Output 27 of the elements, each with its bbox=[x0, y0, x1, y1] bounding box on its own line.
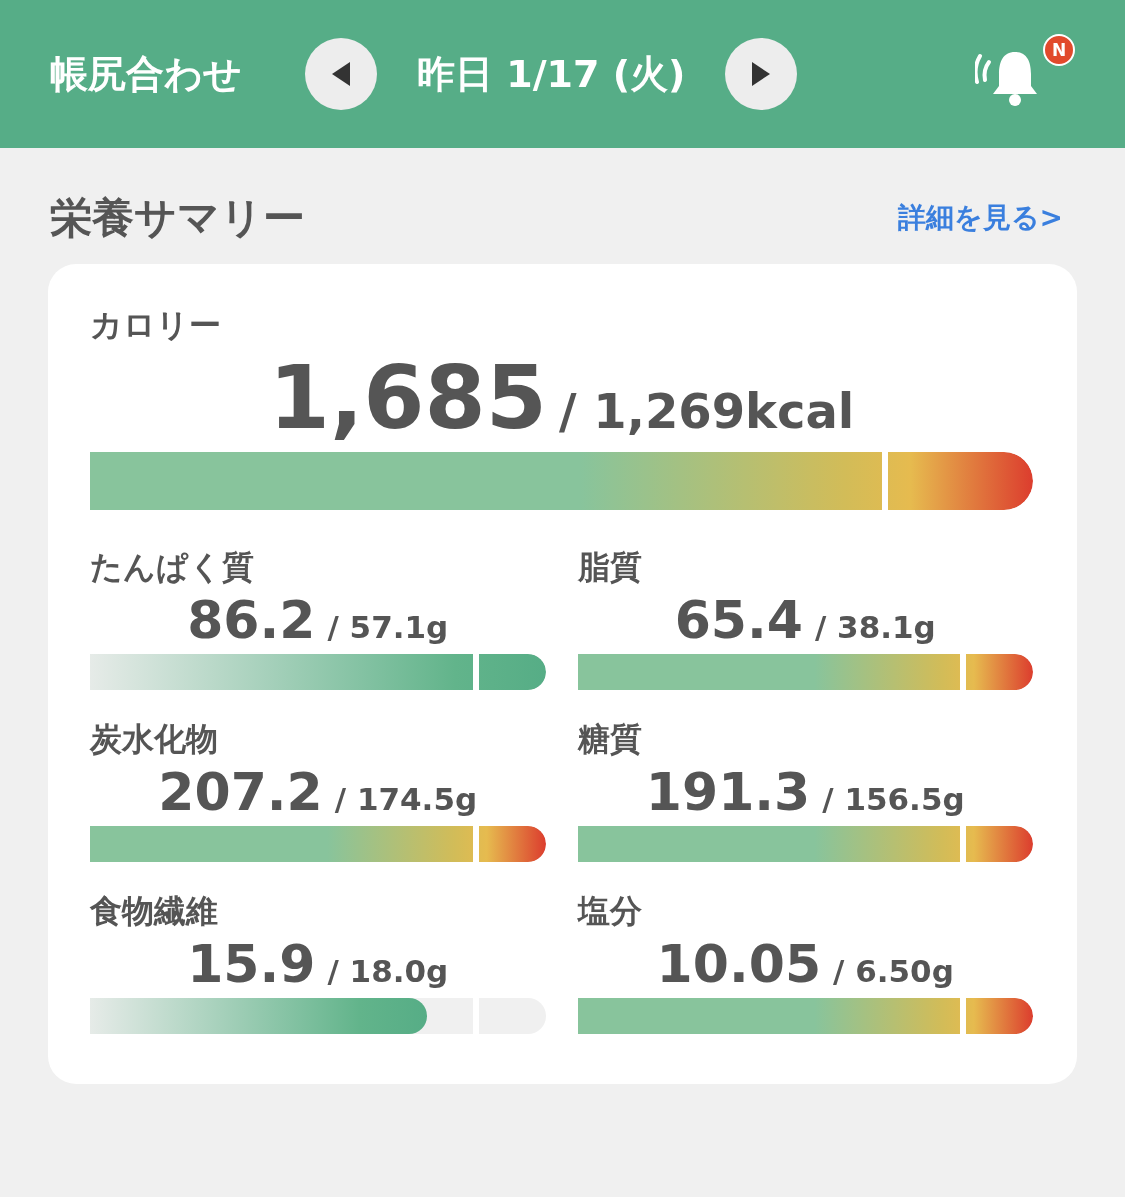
target-value: / 57.1g bbox=[327, 612, 449, 643]
nutrient-label: たんぱく質 bbox=[90, 547, 255, 588]
nutrient-label: 脂質 bbox=[577, 547, 643, 588]
nutrient-label: 塩分 bbox=[577, 891, 643, 932]
intake-value: 10.05 bbox=[656, 938, 822, 990]
target-value: / 38.1g bbox=[815, 612, 936, 643]
target-value: / 156.5g bbox=[822, 784, 965, 815]
target-value: / 1,269kcal bbox=[559, 387, 855, 435]
intake-value: 207.2 bbox=[158, 766, 323, 818]
nutrient-label: 食物繊維 bbox=[90, 891, 219, 932]
date-label: 昨日 1/17 (火) bbox=[417, 50, 686, 98]
intake-value: 15.9 bbox=[187, 938, 316, 990]
nutrient-label: カロリー bbox=[90, 305, 222, 346]
target-value: / 174.5g bbox=[334, 784, 478, 815]
intake-value: 65.4 bbox=[674, 594, 803, 646]
section-title: 栄養サマリー bbox=[50, 192, 305, 244]
nutrient-label: 糖質 bbox=[577, 719, 643, 760]
details-link[interactable]: 詳細を見る> bbox=[897, 199, 1063, 237]
target-value: / 6.50g bbox=[833, 956, 954, 987]
nutrient-label: 炭水化物 bbox=[90, 719, 219, 760]
target-value: / 18.0g bbox=[327, 956, 449, 987]
intake-value: 86.2 bbox=[187, 594, 316, 646]
app-title: 帳尻合わせ bbox=[50, 50, 243, 98]
left-triangle-icon bbox=[330, 60, 352, 88]
intake-value: 1,685 bbox=[268, 354, 548, 442]
intake-value: 191.3 bbox=[645, 766, 811, 818]
notification-badge: N bbox=[1043, 34, 1075, 66]
